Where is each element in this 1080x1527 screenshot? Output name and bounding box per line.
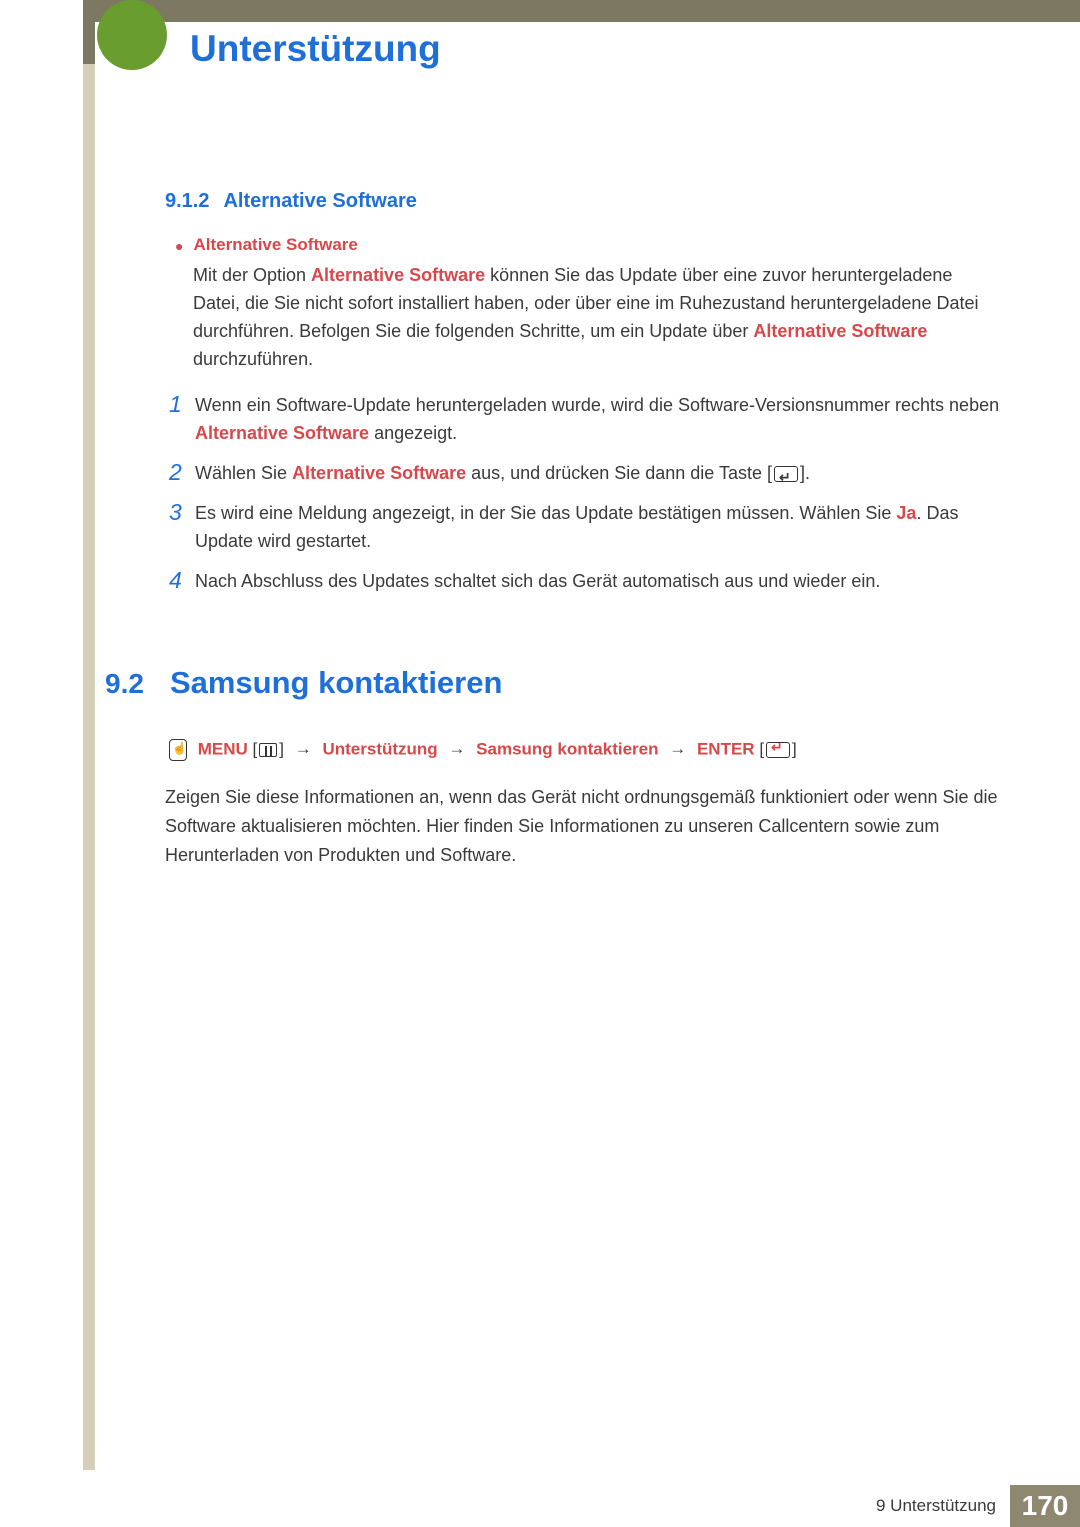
nav-path: MENU [] → Unterstützung → Samsung kontak… [169, 739, 1000, 761]
step-1: 1 Wenn ein Software-Update heruntergelad… [169, 391, 1000, 447]
left-stripe [83, 0, 95, 1470]
step-number: 3 [169, 499, 195, 525]
step-text: Wenn ein Software-Update heruntergeladen… [195, 391, 1000, 447]
text: [ [253, 739, 258, 758]
step-text: Wählen Sie Alternative Software aus, und… [195, 459, 810, 487]
step-number: 1 [169, 391, 195, 417]
text: aus, und drücken Sie dann die Taste [ [466, 463, 772, 483]
page-title: Unterstützung [190, 28, 471, 70]
step-text: Nach Abschluss des Updates schaltet sich… [195, 567, 880, 595]
text: Mit der Option [193, 265, 311, 285]
remote-icon [169, 739, 187, 761]
section-number: 9.2 [105, 668, 144, 700]
page-number: 170 [1010, 1485, 1080, 1527]
arrow-icon: → [448, 739, 465, 758]
subsection-heading: 9.1.2 Alternative Software [165, 190, 1000, 213]
bullet-item: ● Alternative Software [175, 235, 1000, 257]
text: ]. [800, 463, 810, 483]
body-paragraph: Zeigen Sie diese Informationen an, wenn … [165, 783, 1000, 870]
step-3: 3 Es wird eine Meldung angezeigt, in der… [169, 499, 1000, 555]
menu-icon [259, 743, 277, 757]
bullet-dot-icon: ● [175, 235, 183, 257]
emphasis: Alternative Software [292, 463, 466, 483]
emphasis: Alternative Software [195, 423, 369, 443]
step-number: 4 [169, 567, 195, 593]
nav-segment: Samsung kontaktieren [476, 739, 658, 758]
step-number: 2 [169, 459, 195, 485]
text: Wählen Sie [195, 463, 292, 483]
arrow-icon: → [295, 739, 312, 758]
footer: 9 Unterstützung 170 [95, 1485, 1080, 1527]
step-4: 4 Nach Abschluss des Updates schaltet si… [169, 567, 1000, 595]
step-2: 2 Wählen Sie Alternative Software aus, u… [169, 459, 1000, 487]
subsection-title: Alternative Software [223, 190, 416, 213]
emphasis: Alternative Software [311, 265, 485, 285]
enter-icon [774, 466, 798, 482]
text: ] [279, 739, 284, 758]
nav-enter-label: ENTER [697, 739, 755, 758]
text: Wenn ein Software-Update heruntergeladen… [195, 395, 999, 415]
bullet-title: Alternative Software [193, 235, 357, 255]
emphasis: Alternative Software [753, 321, 927, 341]
footer-label: 9 Unterstützung [876, 1496, 996, 1516]
nav-segment: Unterstützung [322, 739, 437, 758]
chapter-badge-icon [97, 0, 167, 70]
text: [ [759, 739, 764, 758]
text: Es wird eine Meldung angezeigt, in der S… [195, 503, 896, 523]
text: Nach Abschluss des Updates schaltet sich… [195, 571, 880, 591]
arrow-icon: → [669, 739, 686, 758]
nav-menu-label: MENU [198, 739, 248, 758]
text: ] [792, 739, 797, 758]
text: durchzuführen. [193, 349, 313, 369]
section-heading: 9.2 Samsung kontaktieren [105, 665, 1000, 701]
intro-paragraph: Mit der Option Alternative Software könn… [193, 261, 1000, 373]
text: angezeigt. [369, 423, 457, 443]
emphasis: Ja [896, 503, 916, 523]
enter-icon [766, 742, 790, 758]
content-area: 9.1.2 Alternative Software ● Alternative… [165, 190, 1000, 870]
section-title: Samsung kontaktieren [170, 665, 502, 701]
step-text: Es wird eine Meldung angezeigt, in der S… [195, 499, 1000, 555]
subsection-number: 9.1.2 [165, 190, 209, 213]
